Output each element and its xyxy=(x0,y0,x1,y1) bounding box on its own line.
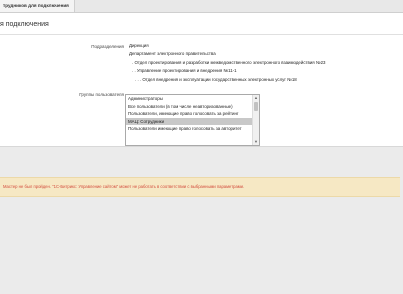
group-option[interactable]: Администраторы xyxy=(126,95,254,103)
department-item[interactable]: . . Управление проектирования и внедрени… xyxy=(127,67,377,75)
departments-label: Подразделения xyxy=(91,44,124,49)
groups-label: Группы пользователя xyxy=(79,92,124,97)
user-groups-select[interactable]: Администраторы Все пользователи (в том ч… xyxy=(125,94,260,146)
warning-message: Мастер не был пройден. "1С-Битрикс: Упра… xyxy=(3,184,245,189)
department-item[interactable]: Дирекция xyxy=(127,42,377,50)
scroll-up-arrow-icon[interactable]: ▲ xyxy=(253,95,259,101)
group-option[interactable]: Все пользователи (в том числе неавторизо… xyxy=(126,103,254,111)
group-option[interactable]: Пользователи имеющие право голосовать за… xyxy=(126,125,254,133)
title-divider xyxy=(0,34,403,35)
page-title: я подключения xyxy=(0,21,49,28)
group-option[interactable]: Пользователи, имеющие право голосовать з… xyxy=(126,110,254,118)
scroll-thumb[interactable] xyxy=(254,102,258,111)
settings-panel: я подключения Подразделения Дирекция Деп… xyxy=(0,13,403,147)
department-item[interactable]: . Отдел проектирования и разработки межв… xyxy=(127,59,377,67)
departments-tree[interactable]: Дирекция Департамент электронного правит… xyxy=(127,42,377,88)
scroll-down-arrow-icon[interactable]: ▼ xyxy=(253,139,259,145)
group-option-selected[interactable]: МАЦ: Сотрудники xyxy=(126,117,254,126)
groups-scrollbar[interactable]: ▲ ▼ xyxy=(252,95,259,145)
warning-banner: Мастер не был пройден. "1С-Битрикс: Упра… xyxy=(0,177,400,197)
department-item[interactable]: . . . Отдел внедрения и эксплуатации гос… xyxy=(127,76,377,84)
tab-bar: трудников для подключения xyxy=(0,0,403,13)
department-item[interactable]: Департамент электронного правительства xyxy=(127,50,377,58)
tab-employees-connection[interactable]: трудников для подключения xyxy=(0,0,75,12)
